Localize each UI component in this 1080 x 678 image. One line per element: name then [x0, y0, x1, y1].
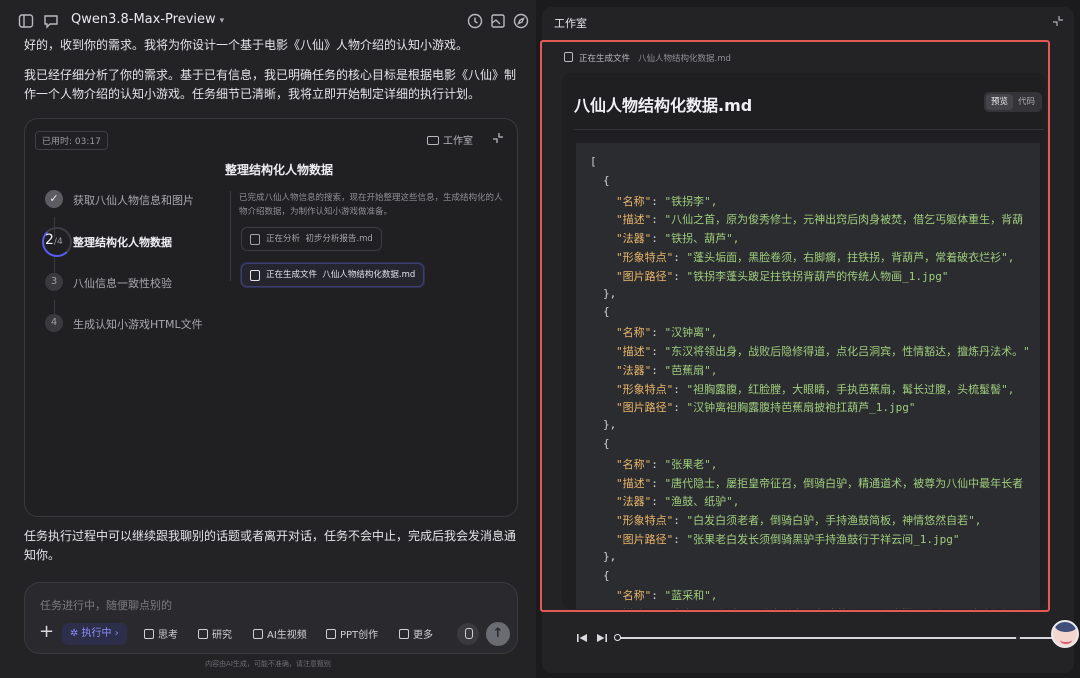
clock-icon[interactable] [466, 12, 484, 30]
assistant-message-2: 我已经仔细分析了你的需求。基于已有信息，我已明确任务的核心目标是根据电影《八仙》… [24, 68, 517, 101]
chat-panel: Qwen3.8-Max-Preview ▾ 好的，收到你的需求。我将为你设计一个基… [0, 0, 536, 678]
model-name: Qwen3.8-Max-Preview [71, 12, 216, 27]
task-progress-card: 已用时: 03:17 工作室 ✓ 获取八仙人物信息和图片 2/4 整理结构化人物… [24, 118, 518, 517]
running-mode-button[interactable]: ✲ 执行中 › [62, 623, 127, 645]
code-line: "描述": "唐末至五代时人，游方道士，穿破蓝衫，一脚穿靴一脚赤足，踏歌行乞后 [616, 606, 1023, 609]
monitor-icon [427, 136, 439, 145]
file-icon [250, 270, 260, 281]
code-line: "名称": "张果老", [616, 457, 718, 471]
code-line: { [603, 305, 610, 319]
code-line: "名称": "汉钟离", [616, 326, 718, 340]
progress-knob[interactable] [614, 634, 621, 641]
chat-input-placeholder[interactable]: 任务进行中，随便聊点别的 [40, 597, 172, 613]
code-line: "描述": "八仙之首，原为俊秀修士，元神出窍后肉身被焚，借乞丐躯体重生，背葫 [616, 213, 1024, 227]
code-line: "描述": "唐代隐士，屡拒皇帝征召，倒骑白驴，精通道术，被尊为八仙中最年长者 [616, 476, 1024, 490]
chevron-down-icon: ▾ [219, 16, 225, 26]
microphone-icon[interactable] [457, 623, 479, 645]
ai-video-button[interactable]: AI生视频 [253, 626, 307, 641]
document-title: 八仙人物结构化数据.md [574, 96, 753, 115]
video-icon [253, 629, 263, 639]
code-tab[interactable]: 代码 [1013, 94, 1040, 110]
elapsed-time: 已用时: 03:17 [35, 131, 108, 150]
progress-marker [1016, 636, 1021, 640]
plus-icon[interactable]: + [39, 621, 54, 642]
compass-icon[interactable] [512, 12, 530, 30]
file-chip-generating[interactable]: 正在生成文件 八仙人物结构化数据.md [241, 263, 425, 287]
code-line: "法器": "芭蕉扇", [616, 363, 718, 377]
step-detail-title: 整理结构化人物数据 [225, 163, 334, 177]
file-icon [564, 52, 573, 62]
more-button[interactable]: 更多 [399, 626, 433, 641]
code-line: "图片路径": "张果老白发长须倒骑黑驴手持渔鼓行于祥云间_1.jpg" [616, 533, 960, 546]
file-chip-analysis[interactable]: 正在分析 初步分析报告.md [241, 227, 382, 251]
file-icon [250, 234, 260, 245]
research-icon [198, 629, 208, 639]
step-detail-description: 已完成八仙人物信息的搜索，现在开始整理这些信息，生成结构化的人物介绍数据，为制作… [239, 193, 503, 217]
ppt-icon [326, 629, 336, 639]
file-status: 正在生成文件 八仙人物结构化数据.md [564, 52, 731, 64]
code-line: "形象特点": "蓬头垢面，黑脸卷须，右脚瘸，拄铁拐，背葫芦，常着破衣烂衫", [616, 251, 1015, 264]
code-line: "描述": "东汉将领出身，战败后隐修得道，点化吕洞宾，性情豁达，擅炼丹法术。" [616, 345, 1030, 358]
chat-input-box[interactable]: 任务进行中，随便聊点别的 + ✲ 执行中 › 思考 研究 AI生视频 PPT创作… [24, 582, 518, 654]
detail-timeline [230, 191, 231, 281]
view-toggle[interactable]: 预览 代码 [984, 92, 1043, 112]
assistant-message-3: 任务执行过程中可以继续跟我聊别的话题或者离开对话，任务不会中止，完成后我会发消息… [24, 529, 517, 562]
ai-disclaimer: 内容由AI生成，可能不准确，请注意甄别 [205, 660, 331, 668]
ppt-button[interactable]: PPT创作 [326, 626, 378, 641]
code-line: "名称": "蓝采和", [616, 589, 718, 603]
think-icon [144, 629, 154, 639]
skip-back-icon[interactable] [576, 632, 588, 644]
open-workspace-label: 工作室 [443, 136, 473, 147]
step-4-index: 4 [45, 314, 63, 332]
code-line: { [603, 173, 610, 187]
step-3-label: 八仙信息一致性校验 [73, 277, 172, 290]
code-line: "法器": "渔鼓、纸驴", [616, 495, 740, 509]
canvas-icon[interactable] [489, 12, 507, 30]
model-selector[interactable]: Qwen3.8-Max-Preview ▾ [71, 12, 224, 27]
sidebar-toggle-icon[interactable] [17, 12, 35, 30]
menu-icon [399, 629, 409, 639]
research-button[interactable]: 研究 [198, 626, 232, 641]
think-button[interactable]: 思考 [144, 626, 178, 641]
open-workspace-button[interactable]: 工作室 [427, 132, 473, 147]
step-2-label: 整理结构化人物数据 [73, 236, 172, 249]
code-line: [ [590, 155, 597, 168]
step-1-label: 获取八仙人物信息和图片 [73, 194, 194, 207]
assistant-message-1: 好的，收到你的需求。我将为你设计一个基于电影《八仙》人物介绍的认知小游戏。 [24, 38, 469, 52]
code-line: "名称": "铁拐李", [616, 194, 718, 208]
step-2-index: 2/4 [45, 232, 63, 248]
code-line: "形象特点": "袒胸露腹，红脸膛，大眼睛，手执芭蕉扇，髯长过腹，头梳髽髻", [616, 382, 1015, 396]
code-line: { [603, 568, 610, 582]
code-line: }, [603, 549, 617, 563]
code-line: }, [603, 418, 617, 432]
code-line: "图片路径": "铁拐李蓬头跛足拄铁拐背葫芦的传统人物画_1.jpg" [616, 269, 949, 283]
media-player [562, 628, 1053, 648]
new-chat-icon[interactable] [42, 12, 60, 30]
workspace-title: 工作室 [554, 17, 587, 30]
step-4-label: 生成认知小游戏HTML文件 [73, 318, 203, 331]
progress-track[interactable] [617, 637, 1053, 639]
skip-forward-icon[interactable] [596, 632, 608, 644]
divider [574, 129, 1044, 130]
code-line: "图片路径": "汉钟离袒胸露腹持芭蕉扇披袍扛葫芦_1.jpg" [616, 401, 916, 415]
collapse-icon[interactable] [1052, 15, 1064, 27]
step-3-index: 3 [45, 273, 63, 291]
code-line: "形象特点": "白发白须老者，倒骑白驴，手持渔鼓简板，神情悠然自若", [616, 514, 982, 528]
document-viewer: 八仙人物结构化数据.md 预览 代码 [ { "名称": "铁拐李", "描述": "八… [562, 73, 1046, 609]
workspace-panel: 工作室 正在生成文件 八仙人物结构化数据.md 八仙人物结构化数据.md 预览 代码… [540, 7, 1079, 673]
code-line: { [603, 437, 610, 450]
code-line: "法器": "铁拐、葫芦", [616, 232, 740, 246]
collapse-icon[interactable] [491, 131, 505, 145]
check-icon: ✓ [45, 190, 63, 208]
code-block: [ { "名称": "铁拐李", "描述": "八仙之首，原为俊秀修士，元神出窍后肉身… [576, 143, 1040, 609]
code-line: }, [603, 286, 617, 300]
avatar[interactable] [1051, 620, 1079, 648]
send-icon[interactable]: ↑ [486, 622, 510, 646]
preview-tab[interactable]: 预览 [986, 94, 1014, 110]
